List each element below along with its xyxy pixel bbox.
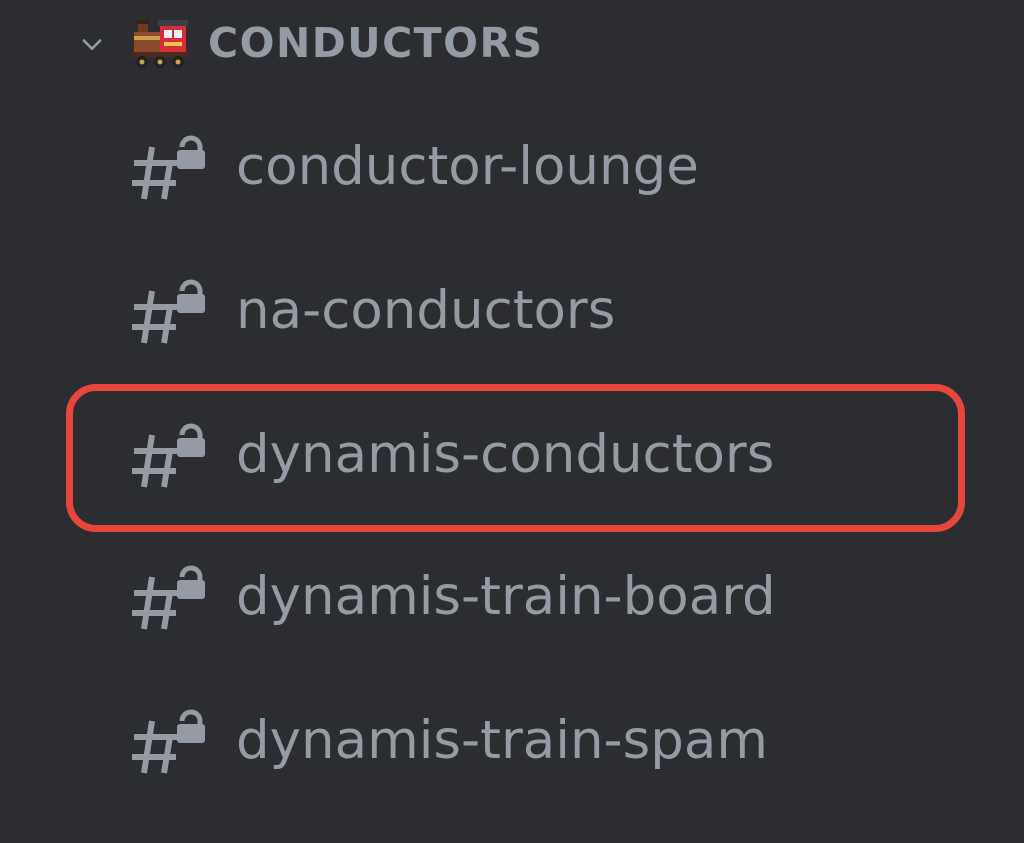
locked-text-channel-icon: [132, 709, 205, 774]
train-emoji-icon: [132, 20, 188, 68]
channel-name: dynamis-train-spam: [236, 710, 769, 771]
locked-text-channel-icon: [132, 279, 205, 344]
category-conductors[interactable]: CONDUCTORS: [0, 0, 1024, 86]
locked-text-channel-icon: [132, 135, 205, 200]
channel-name: dynamis-train-board: [236, 566, 776, 627]
channel-name: conductor-lounge: [236, 136, 699, 197]
locked-text-channel-icon: [132, 423, 205, 488]
channel-name: na-conductors: [236, 280, 616, 341]
channel-item-conductor-lounge[interactable]: conductor-lounge: [66, 96, 958, 238]
channel-item-na-conductors[interactable]: na-conductors: [66, 240, 958, 382]
channel-item-dynamis-conductors[interactable]: dynamis-conductors: [66, 384, 958, 526]
channel-name: dynamis-conductors: [236, 424, 775, 485]
channel-sidebar: CONDUCTORS conductor-lounge na-conductor…: [0, 0, 1024, 843]
chevron-down-icon: [82, 39, 102, 50]
category-label: CONDUCTORS: [208, 19, 544, 67]
channel-item-dynamis-train-spam[interactable]: dynamis-train-spam: [66, 670, 958, 812]
locked-text-channel-icon: [132, 565, 205, 630]
channel-item-dynamis-train-board[interactable]: dynamis-train-board: [66, 526, 958, 668]
